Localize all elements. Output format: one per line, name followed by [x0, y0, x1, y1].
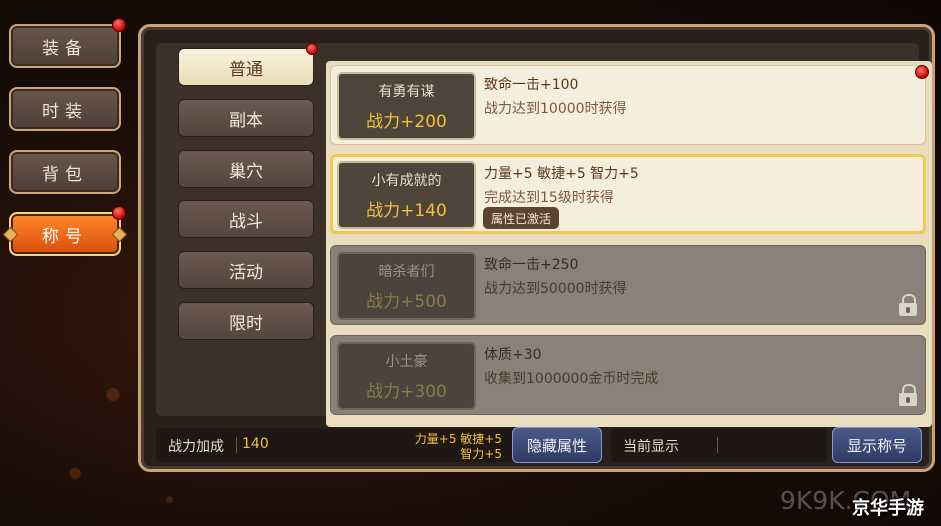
tab-title-label: 称号 — [42, 226, 88, 247]
tab-title[interactable]: 称号 — [2, 212, 128, 256]
current-display-label: 当前显示 — [623, 439, 679, 455]
tab-fashion-label: 时装 — [42, 101, 88, 122]
current-display-bar: 当前显示 — [611, 428, 827, 462]
title-name: 小有成就的 — [371, 172, 442, 189]
title-card-locked[interactable]: 暗杀者们 战力+500 致命一击+250 战力达到50000时获得 — [330, 245, 926, 325]
category-lair[interactable]: 巢穴 — [178, 150, 314, 188]
tab-bag-label: 背包 — [42, 164, 88, 185]
title-panel: 普通 副本 巢穴 战斗 活动 限时 有勇有谋 战力+200 致命一击+100 战… — [138, 24, 935, 472]
title-power: 战力+200 — [366, 111, 447, 132]
bonus-label: 战力加成 — [168, 439, 224, 455]
hide-attributes-label: 隐藏属性 — [526, 436, 587, 455]
notification-dot — [112, 206, 126, 220]
notification-dot — [112, 18, 126, 32]
category-limited[interactable]: 限时 — [178, 302, 314, 340]
title-attribute: 体质+30 — [484, 347, 542, 363]
notification-dot — [306, 43, 318, 55]
title-attribute: 致命一击+250 — [484, 257, 579, 273]
title-card-selected[interactable]: 小有成就的 战力+140 力量+5 敏捷+5 智力+5 完成达到15级时获得 属… — [330, 154, 926, 234]
divider — [236, 437, 237, 453]
watermark-brand: 京华手游 — [852, 498, 924, 519]
show-title-label: 显示称号 — [846, 436, 907, 455]
title-badge: 小土豪 战力+300 — [337, 342, 476, 410]
bonus-value: 140 — [242, 436, 269, 452]
title-condition: 收集到1000000金币时完成 — [484, 371, 659, 387]
title-condition: 战力达到10000时获得 — [484, 101, 627, 117]
title-list: 有勇有谋 战力+200 致命一击+100 战力达到10000时获得 小有成就的 … — [326, 61, 932, 427]
title-card-locked[interactable]: 小土豪 战力+300 体质+30 收集到1000000金币时完成 — [330, 335, 926, 415]
category-normal[interactable]: 普通 — [178, 48, 314, 86]
title-name: 暗杀者们 — [378, 263, 435, 280]
category-label: 活动 — [229, 262, 263, 283]
panel-content: 普通 副本 巢穴 战斗 活动 限时 有勇有谋 战力+200 致命一击+100 战… — [156, 43, 932, 427]
title-name: 小土豪 — [385, 353, 428, 370]
power-bonus-bar: 战力加成 140 力量+5 敏捷+5 智力+5 — [156, 428, 512, 462]
lock-icon — [899, 384, 917, 406]
title-badge: 暗杀者们 战力+500 — [337, 252, 476, 320]
title-attribute: 力量+5 敏捷+5 智力+5 — [484, 166, 639, 182]
status-badge: 属性已激活 — [483, 207, 560, 229]
category-label: 限时 — [229, 313, 263, 334]
show-title-button[interactable]: 显示称号 — [832, 427, 922, 463]
category-label: 普通 — [229, 59, 263, 80]
title-condition: 完成达到15级时获得 — [484, 190, 614, 206]
category-label: 战斗 — [229, 211, 263, 232]
tab-equipment[interactable]: 装备 — [9, 24, 121, 68]
tab-fashion[interactable]: 时装 — [9, 87, 121, 131]
title-power: 战力+500 — [366, 291, 447, 312]
title-badge: 小有成就的 战力+140 — [337, 161, 476, 229]
category-event[interactable]: 活动 — [178, 251, 314, 289]
tab-bag[interactable]: 背包 — [9, 150, 121, 194]
divider — [717, 437, 718, 453]
category-dungeon[interactable]: 副本 — [178, 99, 314, 137]
title-power: 战力+140 — [366, 200, 447, 221]
notification-dot — [915, 65, 929, 79]
title-name: 有勇有谋 — [378, 83, 435, 100]
title-card[interactable]: 有勇有谋 战力+200 致命一击+100 战力达到10000时获得 — [330, 65, 929, 145]
title-condition: 战力达到50000时获得 — [484, 281, 627, 297]
hide-attributes-button[interactable]: 隐藏属性 — [512, 427, 602, 463]
tab-equipment-label: 装备 — [42, 38, 88, 59]
title-badge: 有勇有谋 战力+200 — [337, 72, 476, 140]
lock-icon — [899, 294, 917, 316]
category-label: 巢穴 — [229, 161, 263, 182]
title-attribute: 致命一击+100 — [484, 77, 579, 93]
category-label: 副本 — [229, 110, 263, 131]
title-power: 战力+300 — [366, 381, 447, 402]
category-battle[interactable]: 战斗 — [178, 200, 314, 238]
bonus-stats: 智力+5 — [460, 447, 502, 461]
